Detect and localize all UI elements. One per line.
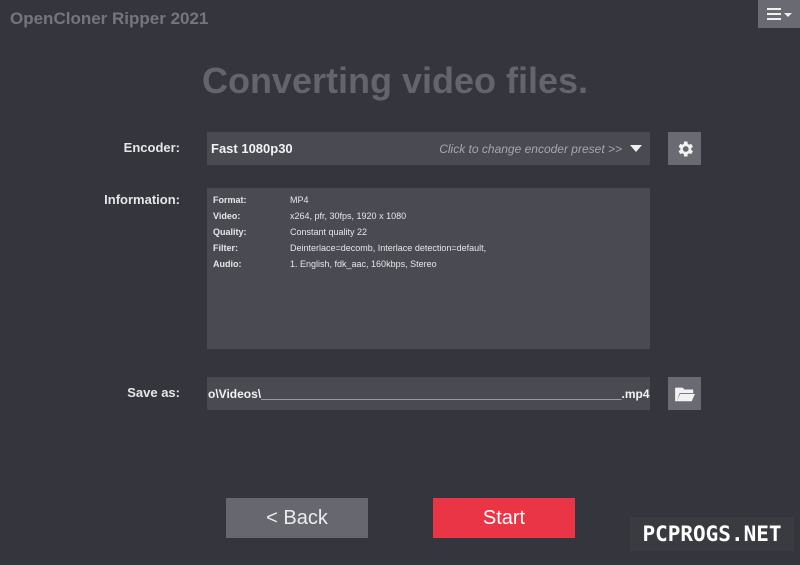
save-path-value: o\Videos\_______________________________… xyxy=(208,386,650,401)
save-as-label: Save as: xyxy=(127,385,180,400)
encoder-preset-dropdown[interactable]: Fast 1080p30 Click to change encoder pre… xyxy=(207,132,650,165)
app-title: OpenCloner Ripper 2021 xyxy=(10,9,209,28)
encoder-hint: Click to change encoder preset >> xyxy=(439,141,622,156)
info-value: x264, pfr, 30fps, 1920 x 1080 xyxy=(290,211,407,221)
folder-icon xyxy=(674,387,695,401)
save-path-field[interactable]: o\Videos\_______________________________… xyxy=(207,377,650,410)
info-key: Audio: xyxy=(213,259,242,269)
info-row-audio: Audio: 1. English, fdk_aac, 160kbps, Ste… xyxy=(207,256,650,272)
info-value: MP4 xyxy=(290,195,309,205)
watermark: PCPROGS.NET xyxy=(630,517,794,551)
information-label: Information: xyxy=(104,192,180,207)
information-panel: Format: MP4 Video: x264, pfr, 30fps, 192… xyxy=(207,188,650,349)
info-row-format: Format: MP4 xyxy=(207,192,650,208)
page-heading: Converting video files. xyxy=(201,60,589,101)
info-key: Quality: xyxy=(213,227,247,237)
encoder-value: Fast 1080p30 xyxy=(211,141,293,156)
menu-button[interactable] xyxy=(758,0,800,28)
back-button[interactable]: < Back xyxy=(226,498,368,538)
info-key: Filter: xyxy=(213,243,239,253)
browse-folder-button[interactable] xyxy=(668,377,701,410)
info-row-video: Video: x264, pfr, 30fps, 1920 x 1080 xyxy=(207,208,650,224)
info-key: Format: xyxy=(213,195,247,205)
info-row-filter: Filter: Deinterlace=decomb, Interlace de… xyxy=(207,240,650,256)
info-value: 1. English, fdk_aac, 160kbps, Stereo xyxy=(290,259,437,269)
start-button[interactable]: Start xyxy=(433,498,575,538)
encoder-settings-button[interactable] xyxy=(668,132,701,165)
gear-icon xyxy=(678,141,693,156)
dropdown-arrow-icon xyxy=(630,145,642,152)
encoder-label: Encoder: xyxy=(123,140,180,155)
info-row-quality: Quality: Constant quality 22 xyxy=(207,224,650,240)
info-value: Deinterlace=decomb, Interlace detection=… xyxy=(290,243,487,253)
caret-down-icon xyxy=(783,13,792,17)
hamburger-icon xyxy=(766,8,781,20)
info-key: Video: xyxy=(213,211,241,221)
info-value: Constant quality 22 xyxy=(290,227,368,237)
